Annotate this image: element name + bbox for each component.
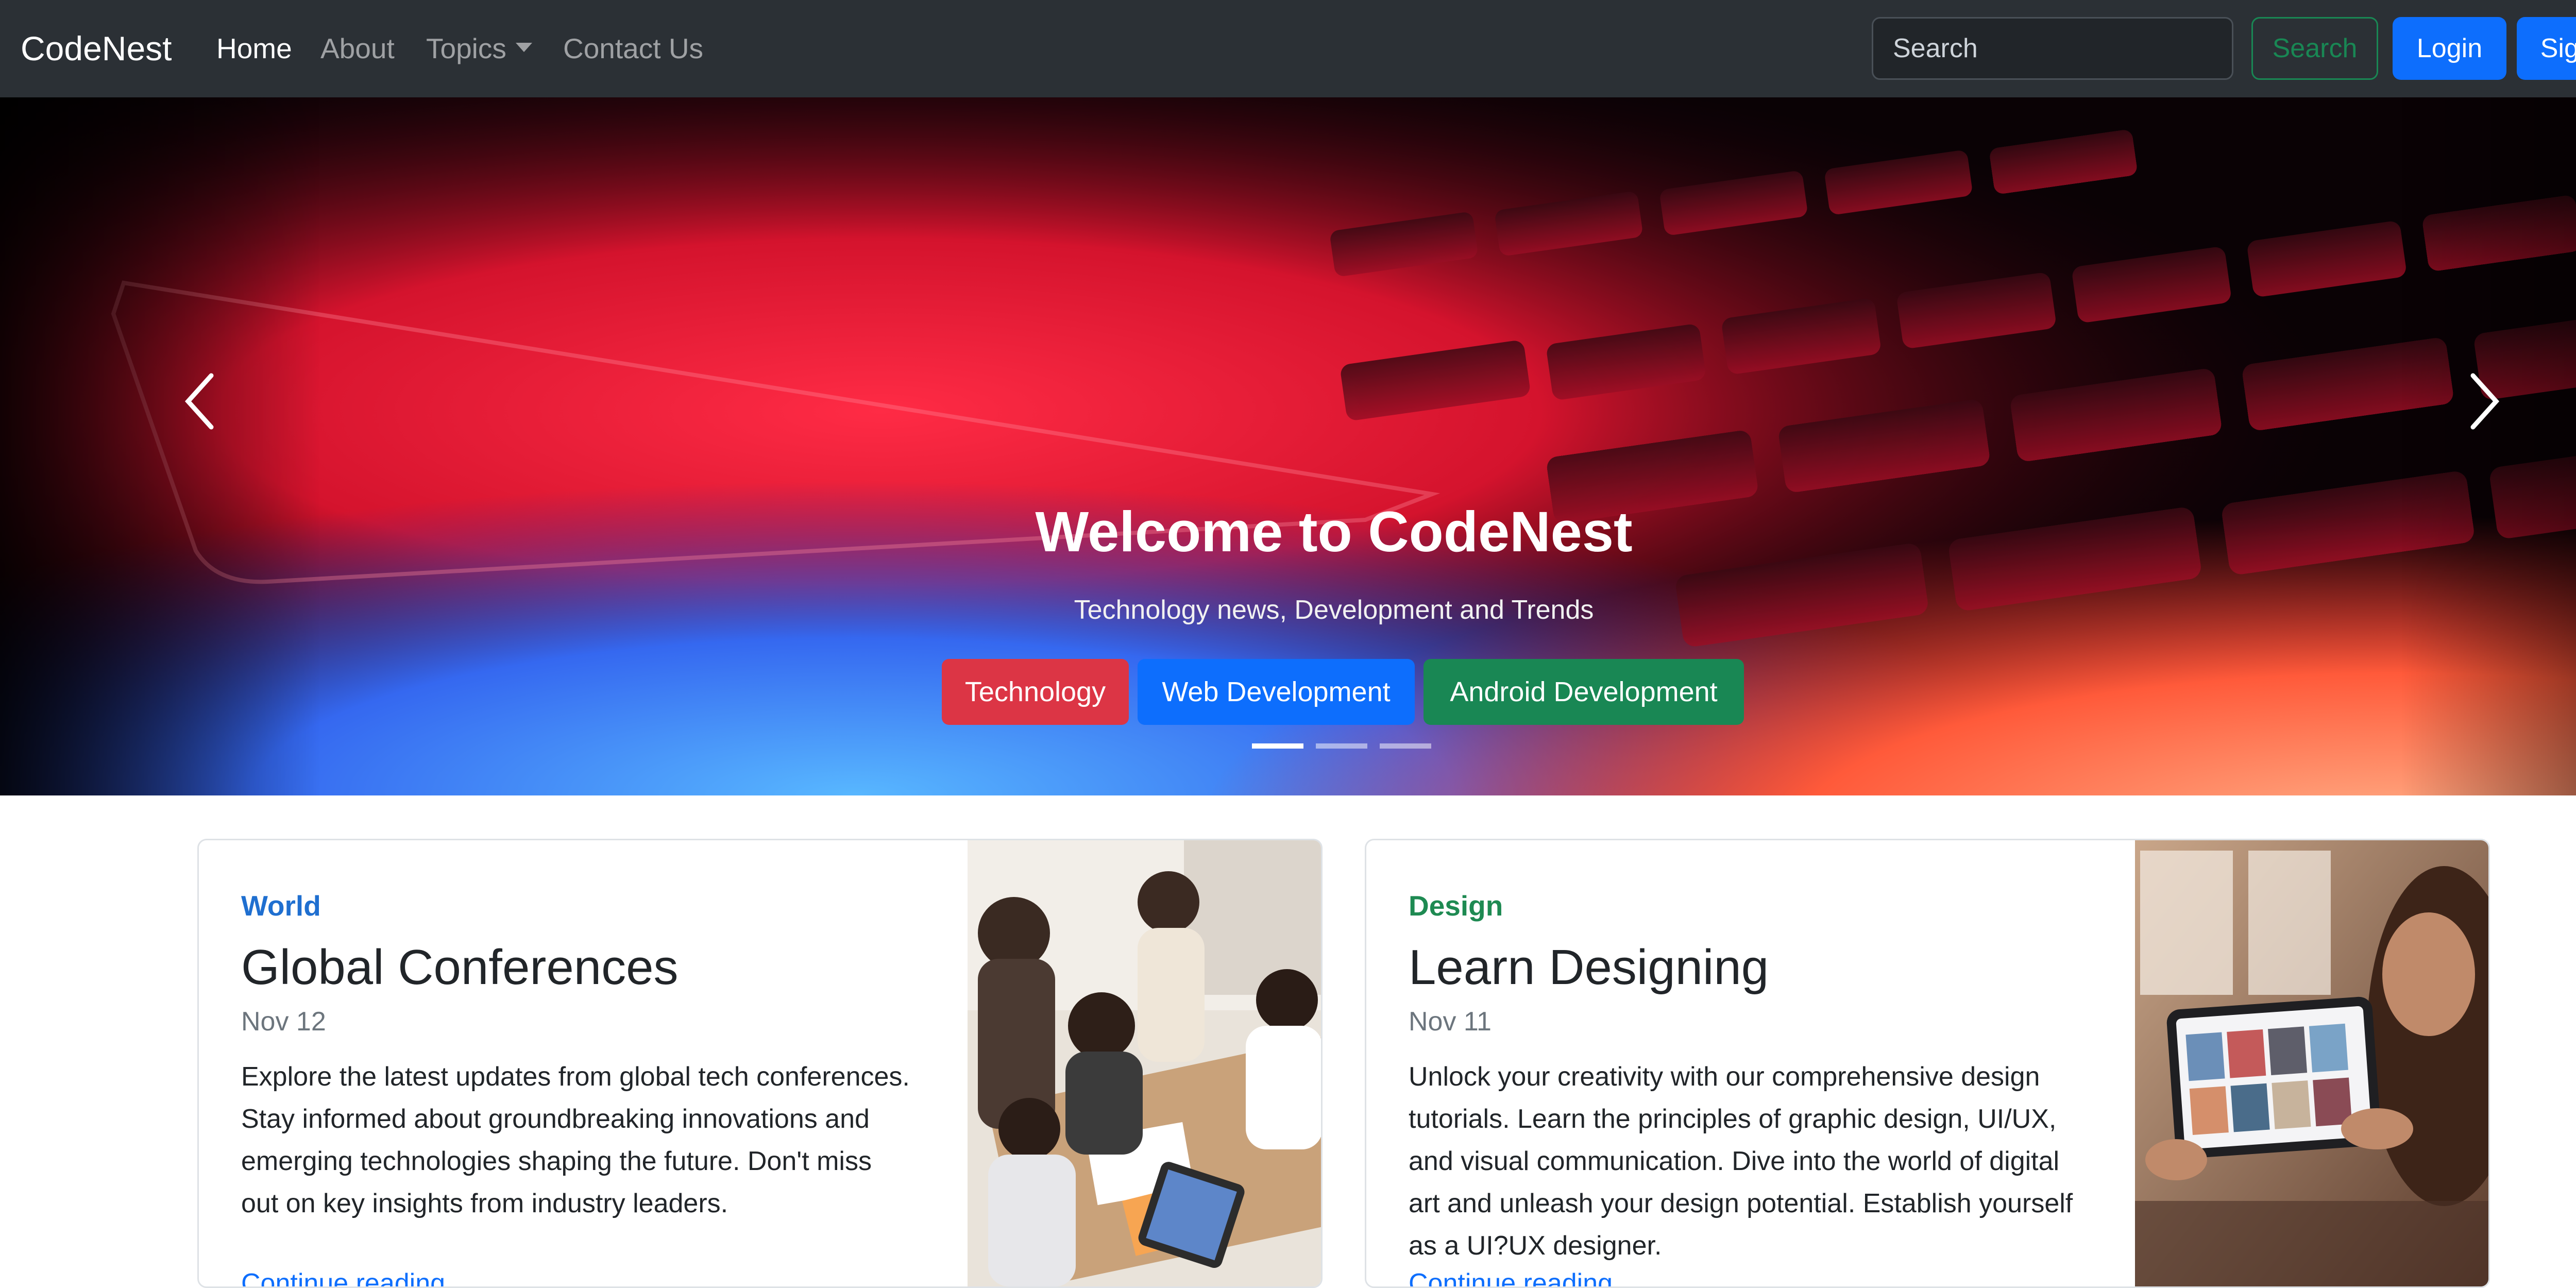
card-date: Nov 11: [1409, 1007, 1492, 1037]
signup-button[interactable]: SignUp: [2517, 17, 2576, 80]
nav-link-home[interactable]: Home: [216, 0, 292, 97]
article-card-learn-designing: Design Learn Designing Nov 11 Unlock you…: [1365, 839, 2490, 1288]
nav-dropdown-topics[interactable]: Topics: [426, 0, 532, 97]
card-category: Design: [1409, 890, 1503, 922]
search-button[interactable]: Search: [2251, 17, 2378, 80]
brand-logo[interactable]: CodeNest: [21, 0, 172, 97]
navbar: CodeNest Home About Topics Contact Us Se…: [0, 0, 2576, 97]
card-text: Explore the latest updates from global t…: [241, 1062, 910, 1218]
card-image-conference: [968, 840, 1321, 1286]
article-card-global-conferences: World Global Conferences Nov 12 Explore …: [197, 839, 1323, 1288]
card-category: World: [241, 890, 321, 922]
android-development-button[interactable]: Android Development: [1423, 659, 1744, 725]
technology-button[interactable]: Technology: [942, 659, 1129, 725]
hero-caption: Welcome to CodeNest Technology news, Dev…: [0, 97, 2576, 795]
hero-subtitle: Technology news, Development and Trends: [1074, 595, 1594, 625]
nav-link-contact[interactable]: Contact Us: [563, 0, 703, 97]
carousel-indicator-3[interactable]: [1380, 743, 1431, 749]
continue-reading-link[interactable]: Continue reading: [1409, 1268, 1613, 1286]
nav-link-topics-label: Topics: [426, 32, 506, 64]
hero-title: Welcome to CodeNest: [1035, 500, 1633, 564]
card-date: Nov 12: [241, 1007, 326, 1037]
card-image-tablet-design: [2135, 840, 2488, 1286]
continue-reading-link[interactable]: Continue reading: [241, 1268, 445, 1286]
card-title: Learn Designing: [1409, 940, 1769, 995]
hero-carousel: Welcome to CodeNest Technology news, Dev…: [0, 97, 2576, 795]
caret-down-icon: [515, 43, 532, 53]
login-button[interactable]: Login: [2393, 17, 2506, 80]
carousel-indicator-1[interactable]: [1252, 743, 1303, 749]
nav-link-about[interactable]: About: [320, 0, 395, 97]
card-title: Global Conferences: [241, 940, 679, 995]
card-text: Unlock your creativity with our comprehe…: [1409, 1062, 2073, 1261]
carousel-indicator-2[interactable]: [1316, 743, 1367, 749]
web-development-button[interactable]: Web Development: [1138, 659, 1415, 725]
search-input[interactable]: [1872, 17, 2233, 80]
